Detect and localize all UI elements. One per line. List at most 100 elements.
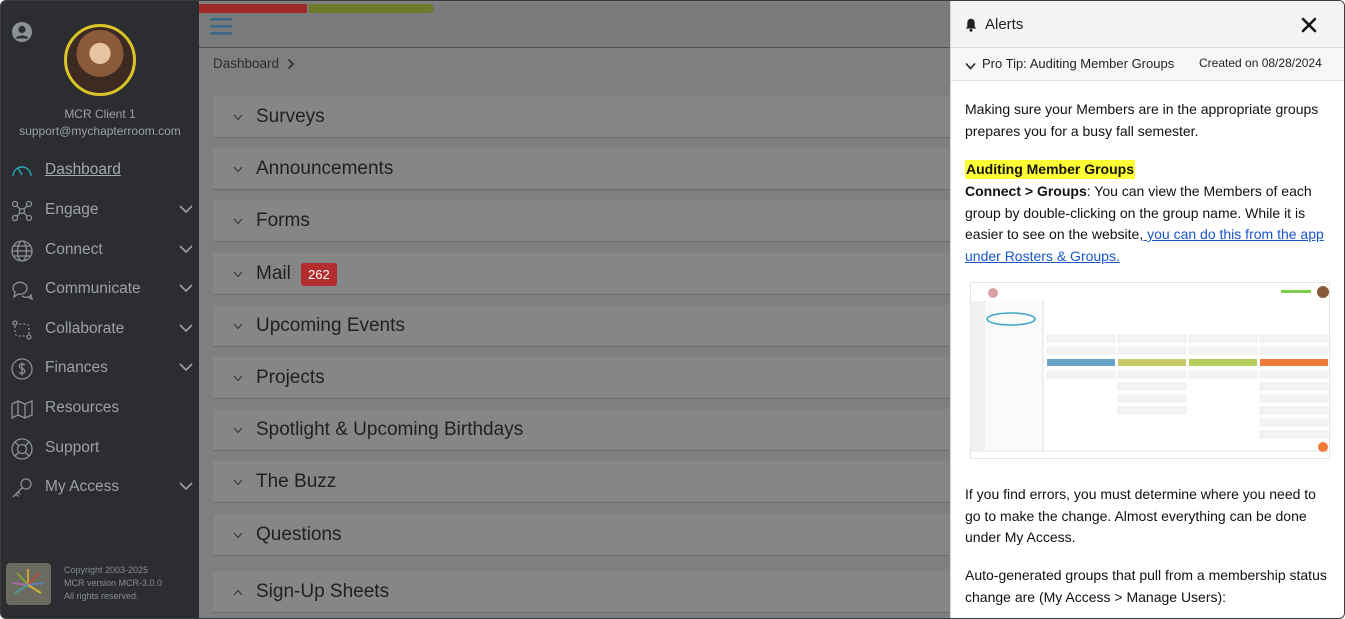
- globe-icon: [11, 240, 33, 262]
- section-label: Surveys: [256, 105, 325, 127]
- copyright-line: Copyright 2003-2025: [64, 565, 149, 575]
- chevron-down-icon: [179, 482, 193, 491]
- lifebuoy-icon: [11, 438, 33, 460]
- section-label: The Buzz: [256, 470, 337, 492]
- breadcrumb: Dashboard: [213, 56, 295, 71]
- sidebar-item-label: Connect: [45, 241, 103, 258]
- alert-title: Pro Tip: Auditing Member Groups: [982, 56, 1175, 71]
- alerts-title: Alerts: [985, 16, 1024, 33]
- section-projects[interactable]: Projects: [213, 357, 950, 399]
- sidebar-item-collaborate[interactable]: Collaborate: [1, 311, 199, 347]
- sunburst-logo-icon: [11, 569, 45, 594]
- alert-paragraph: Making sure your Members are in the appr…: [965, 101, 1319, 139]
- copyright-footer: Copyright 2003-2025 MCR version MCR-3.0.…: [64, 564, 162, 603]
- avatar[interactable]: [64, 24, 136, 96]
- section-label: Questions: [256, 523, 342, 545]
- chevron-down-icon: [233, 218, 243, 225]
- section-sign-up-sheets[interactable]: Sign-Up Sheets: [213, 571, 950, 613]
- chat-bubbles-icon: [12, 281, 33, 301]
- sidebar-item-label: Finances: [45, 359, 108, 376]
- section-spotlight-birthdays[interactable]: Spotlight & Upcoming Birthdays: [213, 409, 950, 451]
- network-icon: [11, 200, 33, 222]
- chevron-down-icon: [233, 375, 243, 382]
- section-upcoming-events[interactable]: Upcoming Events: [213, 305, 950, 347]
- alert-paragraph: Auto-generated groups that pull from a m…: [965, 567, 1327, 605]
- section-questions[interactable]: Questions: [213, 514, 950, 556]
- chevron-down-icon: [233, 114, 243, 121]
- section-forms[interactable]: Forms: [213, 200, 950, 242]
- map-icon: [11, 400, 33, 420]
- chevron-down-icon: [233, 427, 243, 434]
- alerts-panel: Alerts Pro Tip: Auditing Member Groups C…: [950, 1, 1344, 618]
- section-announcements[interactable]: Announcements: [213, 148, 950, 190]
- dollar-icon: [11, 358, 33, 380]
- chevron-right-icon: [287, 58, 295, 69]
- section-label: Sign-Up Sheets: [256, 580, 390, 602]
- app-window: MCR Client 1 support@mychapterroom.com D…: [0, 0, 1345, 619]
- chevron-down-icon: [179, 245, 193, 254]
- breadcrumb-dashboard[interactable]: Dashboard: [213, 56, 279, 71]
- section-label: Forms: [256, 209, 310, 231]
- version-line: MCR version MCR-3.0.0: [64, 578, 163, 588]
- close-icon[interactable]: [1301, 17, 1317, 33]
- sidebar-item-label: Dashboard: [45, 161, 121, 178]
- section-label: Projects: [256, 366, 325, 388]
- progress-stripe-green: [309, 4, 434, 13]
- alert-bold-path: Connect > Groups: [965, 183, 1087, 199]
- chevron-down-icon: [965, 62, 976, 70]
- hamburger-menu-icon[interactable]: [210, 16, 232, 36]
- section-label: Announcements: [256, 157, 394, 179]
- chevron-down-icon: [179, 284, 193, 293]
- sidebar-item-my-access[interactable]: My Access: [1, 469, 199, 505]
- chevron-down-icon: [233, 166, 243, 173]
- sidebar-item-support[interactable]: Support: [1, 430, 199, 466]
- sidebar-item-label: Collaborate: [45, 320, 125, 337]
- client-email: support@mychapterroom.com: [19, 124, 181, 138]
- sidebar-item-connect[interactable]: Connect: [1, 232, 199, 268]
- alert-paragraph: Connect > Groups: You can view the Membe…: [965, 181, 1335, 267]
- client-name: MCR Client 1: [64, 107, 136, 121]
- groups-screenshot-illustration: [971, 283, 1329, 458]
- sidebar-item-engage[interactable]: Engage: [1, 192, 199, 228]
- chevron-down-icon: [233, 271, 243, 278]
- sidebar: MCR Client 1 support@mychapterroom.com D…: [1, 1, 199, 618]
- sidebar-item-dashboard[interactable]: Dashboard: [1, 152, 199, 188]
- main-content: Dashboard Surveys Announcements Forms Ma…: [199, 1, 950, 618]
- progress-stripe-red: [199, 4, 307, 13]
- gauge-icon: [12, 166, 32, 177]
- chevron-down-icon: [179, 324, 193, 333]
- alert-heading: Auditing Member Groups: [965, 160, 1135, 179]
- chevron-down-icon: [233, 479, 243, 486]
- groups-screenshot-image: [970, 282, 1330, 459]
- top-bar: [199, 4, 950, 48]
- chevron-down-icon: [233, 323, 243, 330]
- collaborate-icon: [12, 320, 32, 340]
- bell-icon: [965, 18, 977, 32]
- sidebar-item-label: Communicate: [45, 280, 141, 297]
- sidebar-item-communicate[interactable]: Communicate: [1, 271, 199, 307]
- chevron-down-icon: [233, 532, 243, 539]
- sidebar-item-label: My Access: [45, 478, 120, 495]
- alerts-header: Alerts: [951, 1, 1344, 48]
- sidebar-item-resources[interactable]: Resources: [1, 390, 199, 426]
- sidebar-item-label: Resources: [45, 399, 120, 416]
- chapter-room-logo: [6, 563, 51, 605]
- rights-line: All rights reserved.: [64, 591, 139, 601]
- key-icon: [12, 478, 32, 498]
- alert-item-header[interactable]: Pro Tip: Auditing Member Groups Created …: [951, 48, 1344, 81]
- alert-paragraph: If you find errors, you must determine w…: [965, 486, 1316, 545]
- section-mail[interactable]: Mail 262: [213, 253, 950, 295]
- alert-date: Created on 08/28/2024: [1199, 56, 1322, 70]
- section-surveys[interactable]: Surveys: [213, 96, 950, 138]
- sidebar-item-label: Engage: [45, 201, 99, 218]
- chevron-down-icon: [179, 363, 193, 372]
- section-label: Mail: [256, 262, 291, 284]
- user-circle-icon[interactable]: [11, 21, 33, 43]
- chevron-down-icon: [179, 205, 193, 214]
- sidebar-item-label: Support: [45, 439, 100, 456]
- mail-count-badge: 262: [301, 263, 337, 286]
- section-the-buzz[interactable]: The Buzz: [213, 461, 950, 503]
- section-label: Spotlight & Upcoming Birthdays: [256, 418, 524, 440]
- sidebar-item-finances[interactable]: Finances: [1, 350, 199, 386]
- chevron-up-icon: [233, 589, 243, 596]
